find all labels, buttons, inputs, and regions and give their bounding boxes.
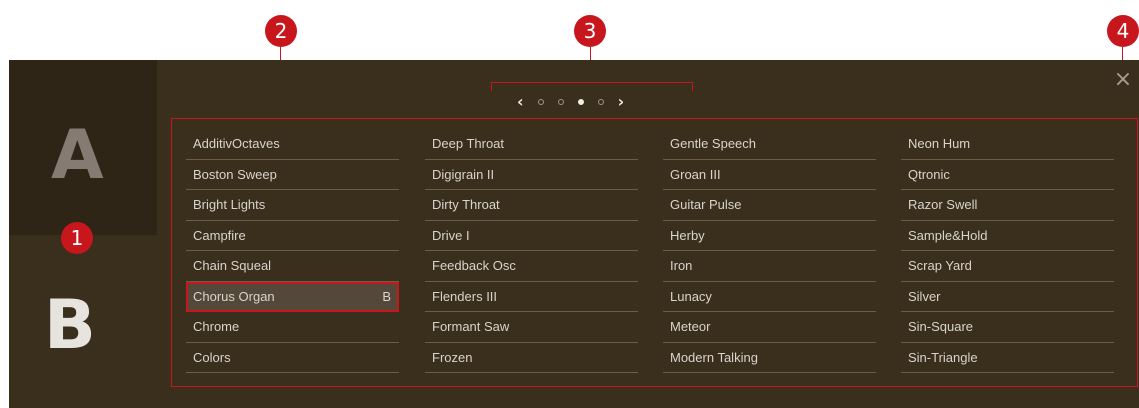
sound-list-grid: AdditivOctaves Boston Sweep Bright Light… xyxy=(171,118,1138,387)
list-item[interactable]: Bright Lights xyxy=(186,190,399,221)
list-item[interactable]: Colors xyxy=(186,343,399,373)
list-item[interactable]: AdditivOctaves xyxy=(186,129,399,160)
list-item[interactable]: Deep Throat xyxy=(425,129,638,160)
list-item[interactable]: Modern Talking xyxy=(663,343,876,373)
callout-bracket xyxy=(491,82,693,91)
page-navigator: ‹ › xyxy=(491,82,693,122)
page-dot[interactable] xyxy=(597,98,604,105)
callout-badge: 1 xyxy=(61,222,93,254)
list-item[interactable]: Neon Hum xyxy=(901,129,1114,160)
list-item[interactable]: Sin-Square xyxy=(901,312,1114,343)
slot-tag: B xyxy=(382,288,391,304)
list-item-selected[interactable]: Chorus Organ B xyxy=(186,281,399,312)
list-item[interactable]: Qtronic xyxy=(901,160,1114,190)
sound-list-column: Neon Hum Qtronic Razor Swell Sample&Hold… xyxy=(901,129,1114,373)
next-page-button[interactable]: › xyxy=(618,92,625,111)
callout-badge: 2 xyxy=(265,15,297,47)
list-item[interactable]: Campfire xyxy=(186,221,399,251)
list-item[interactable]: Guitar Pulse xyxy=(663,190,876,221)
list-item[interactable]: Meteor xyxy=(663,312,876,343)
list-item[interactable]: Boston Sweep xyxy=(186,160,399,190)
pager-controls: ‹ › xyxy=(517,92,624,111)
list-item[interactable]: Formant Saw xyxy=(425,312,638,343)
list-item[interactable]: Groan III xyxy=(663,160,876,190)
close-icon[interactable]: × xyxy=(1113,69,1133,91)
page-dot-current[interactable] xyxy=(577,98,584,105)
sound-list-column: AdditivOctaves Boston Sweep Bright Light… xyxy=(186,129,399,373)
prev-page-button[interactable]: ‹ xyxy=(517,92,524,111)
list-item[interactable]: Scrap Yard xyxy=(901,251,1114,282)
list-item[interactable]: Silver xyxy=(901,282,1114,312)
callout-badge: 3 xyxy=(574,15,606,47)
list-item[interactable]: Iron xyxy=(663,251,876,282)
list-item[interactable]: Sin-Triangle xyxy=(901,343,1114,373)
sound-list-column: Deep Throat Digigrain II Dirty Throat Dr… xyxy=(425,129,638,373)
page-dot[interactable] xyxy=(557,98,564,105)
list-item[interactable]: Chain Squeal xyxy=(186,251,399,282)
list-item[interactable]: Feedback Osc xyxy=(425,251,638,282)
list-item[interactable]: Drive I xyxy=(425,221,638,251)
list-item[interactable]: Lunacy xyxy=(663,282,876,312)
list-item[interactable]: Frozen xyxy=(425,343,638,373)
callout-badge: 4 xyxy=(1107,15,1139,47)
list-item[interactable]: Sample&Hold xyxy=(901,221,1114,251)
list-item[interactable]: Chrome xyxy=(186,312,399,343)
sound-browser-panel: A 1 B × ‹ › AdditivOctaves Boston Sweep … xyxy=(9,60,1139,408)
list-item[interactable]: Flenders III xyxy=(425,282,638,312)
sound-list-column: Gentle Speech Groan III Guitar Pulse Her… xyxy=(663,129,876,373)
list-item[interactable]: Gentle Speech xyxy=(663,129,876,160)
slot-b-label[interactable]: B xyxy=(44,292,96,360)
list-item[interactable]: Dirty Throat xyxy=(425,190,638,221)
list-item[interactable]: Razor Swell xyxy=(901,190,1114,221)
page-dot[interactable] xyxy=(537,98,544,105)
slot-a-label: A xyxy=(51,116,104,195)
list-item[interactable]: Digigrain II xyxy=(425,160,638,190)
list-item[interactable]: Herby xyxy=(663,221,876,251)
list-item-label: Chorus Organ xyxy=(193,288,275,304)
